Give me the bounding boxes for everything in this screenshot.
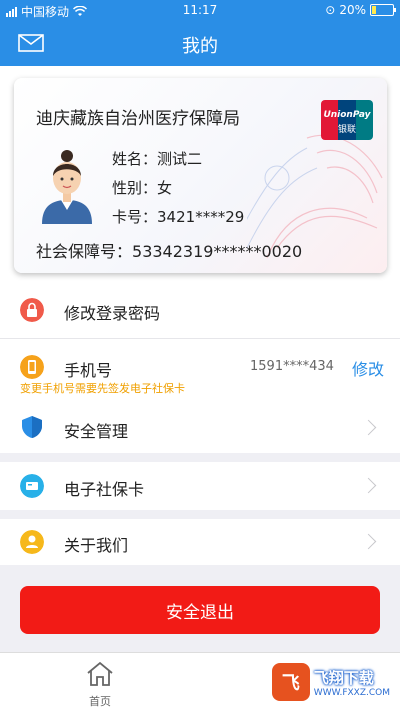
- status-bar: 中国移动 11:17 ⊙ 20%: [0, 0, 400, 20]
- card-section: 迪庆藏族自治州医疗保障局 UnionPay 银联 姓名：测试二 性别：女 卡号：…: [0, 66, 400, 288]
- watermark: 飞 飞翔下载 WWW.FXXZ.COM: [271, 663, 390, 701]
- nav-bar: 我的: [0, 20, 400, 66]
- phone-label: 手机号: [64, 361, 113, 380]
- phone-value: 1591****434: [250, 359, 334, 374]
- change-password-label: 修改登录密码: [64, 304, 161, 323]
- card-name-row: 姓名：测试二: [112, 150, 203, 168]
- card-icon: [20, 474, 44, 498]
- card-number-value: 3421****29: [157, 208, 245, 226]
- card-name-value: 测试二: [157, 150, 203, 168]
- phone-icon: [20, 355, 44, 379]
- logout-button[interactable]: 安全退出: [20, 586, 380, 634]
- orientation-lock-icon: ⊙: [325, 3, 336, 17]
- tab-home-label: 首页: [89, 695, 111, 708]
- tab-bar: 首页 飞 飞翔下载 WWW.FXXZ.COM: [0, 652, 400, 712]
- about-item[interactable]: 关于我们: [0, 519, 400, 565]
- card-ssn-row: 社会保障号：53342319******0020: [36, 242, 303, 261]
- home-icon: [87, 661, 113, 686]
- lock-icon: [20, 298, 44, 322]
- security-label: 安全管理: [64, 422, 129, 441]
- battery-icon: [370, 4, 396, 16]
- security-item[interactable]: 安全管理: [0, 402, 400, 453]
- card-gender-row: 性别：女: [112, 179, 173, 197]
- card-ssn-value: 53342319******0020: [132, 242, 303, 261]
- ecard-label: 电子社保卡: [64, 480, 145, 499]
- about-section: 关于我们: [0, 519, 400, 565]
- chevron-right-icon: [360, 533, 377, 550]
- change-password-item[interactable]: 修改登录密码: [0, 282, 400, 338]
- phone-hint: 变更手机号需要先签发电子社保卡: [20, 382, 185, 395]
- watermark-url: WWW.FXXZ.COM: [313, 687, 390, 698]
- watermark-logo: 飞: [271, 663, 310, 701]
- page-title: 我的: [182, 36, 218, 57]
- account-section: 修改登录密码 手机号 1591****434 修改 变更手机号需要先签发电子社保…: [0, 282, 400, 402]
- shield-icon: [22, 416, 42, 438]
- card-gender-value: 女: [157, 179, 173, 197]
- chevron-right-icon: [360, 477, 377, 494]
- tab-home[interactable]: 首页: [82, 661, 118, 709]
- ecard-section: 电子社保卡: [0, 462, 400, 510]
- watermark-name: 飞翔下载: [313, 668, 374, 687]
- security-section: 安全管理: [0, 402, 400, 453]
- chevron-right-icon: [360, 419, 377, 436]
- avatar-icon: [42, 150, 92, 224]
- card-number-row: 卡号：3421****29: [112, 208, 245, 226]
- battery-percent: 20%: [339, 3, 366, 17]
- about-label: 关于我们: [64, 536, 129, 555]
- ecard-item[interactable]: 电子社保卡: [0, 462, 400, 510]
- phone-modify-button[interactable]: 修改: [352, 356, 384, 380]
- card-organization: 迪庆藏族自治州医疗保障局: [36, 109, 240, 129]
- unionpay-logo: UnionPay 银联: [321, 100, 373, 140]
- social-security-card[interactable]: 迪庆藏族自治州医疗保障局 UnionPay 银联 姓名：测试二 性别：女 卡号：…: [14, 78, 387, 273]
- user-icon: [20, 530, 44, 554]
